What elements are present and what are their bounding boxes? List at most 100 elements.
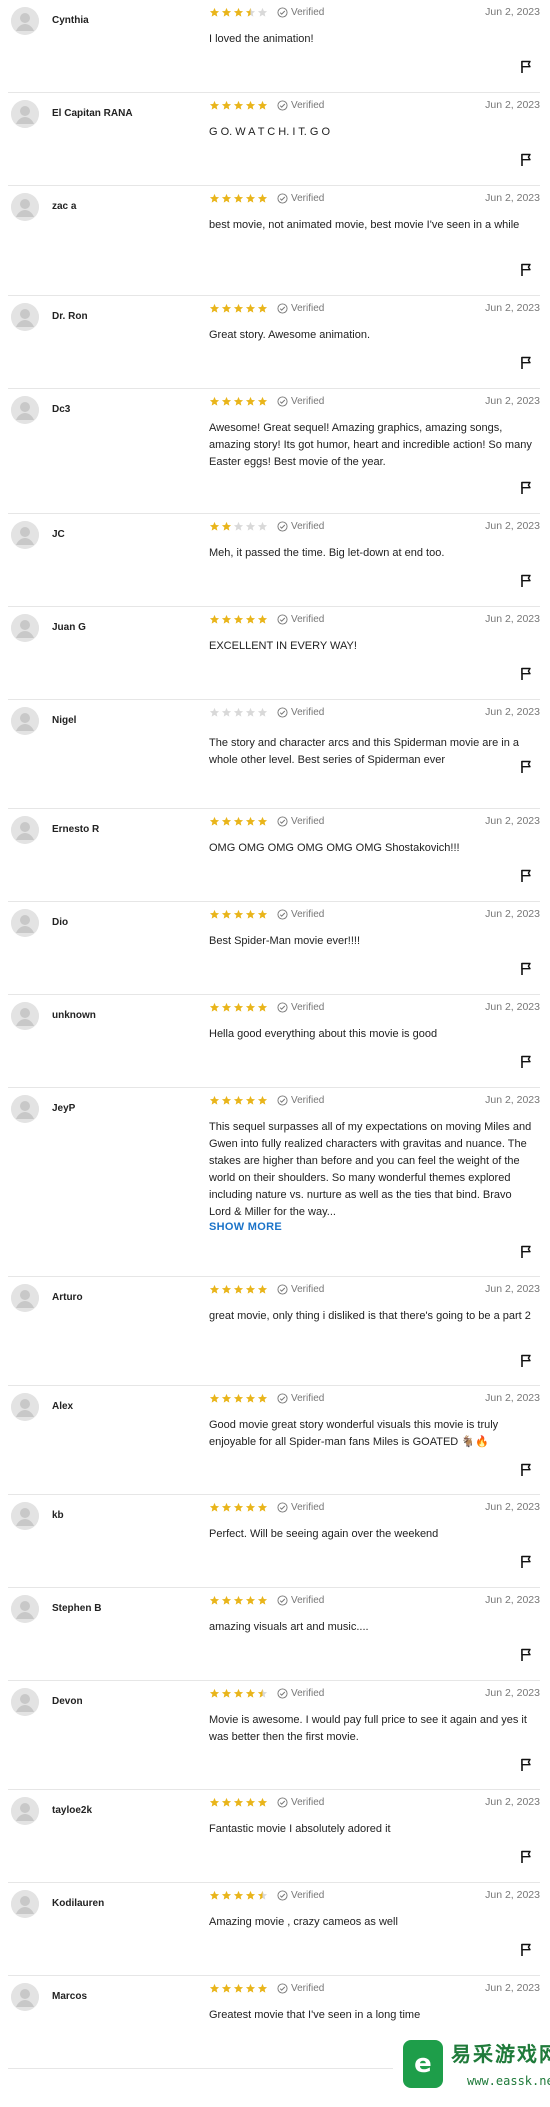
star-half-icon [257, 1688, 268, 1698]
user-avatar-icon[interactable] [11, 303, 39, 331]
verified-badge: Verified [277, 1095, 324, 1106]
username[interactable]: kb [52, 1510, 64, 1521]
username[interactable]: Juan G [52, 622, 86, 633]
flag-icon[interactable] [520, 760, 532, 774]
flag-icon[interactable] [520, 1648, 532, 1662]
username[interactable]: JC [52, 529, 65, 540]
flag-icon[interactable] [520, 1055, 532, 1069]
flag-icon[interactable] [520, 869, 532, 883]
user-avatar-icon[interactable] [11, 1095, 39, 1123]
username[interactable]: Arturo [52, 1292, 83, 1303]
user-avatar-icon[interactable] [11, 1983, 39, 2011]
username[interactable]: Cynthia [52, 15, 89, 26]
star-empty-icon [209, 707, 220, 717]
username[interactable]: Dio [52, 917, 68, 928]
flag-icon[interactable] [520, 667, 532, 681]
user-avatar-icon[interactable] [11, 1688, 39, 1716]
verified-label: Verified [291, 303, 325, 314]
user-avatar-icon[interactable] [11, 1393, 39, 1421]
review-meta: Verified [209, 520, 324, 533]
review-date: Jun 2, 2023 [485, 1094, 540, 1106]
user-avatar-icon[interactable] [11, 1595, 39, 1623]
user-avatar-icon[interactable] [11, 1502, 39, 1530]
user-avatar-icon[interactable] [11, 816, 39, 844]
flag-icon[interactable] [520, 1354, 532, 1368]
review-text: EXCELLENT IN EVERY WAY! [209, 640, 357, 652]
verified-badge: Verified [277, 1595, 324, 1606]
show-more-link[interactable]: SHOW MORE [209, 1221, 282, 1233]
user-avatar-icon[interactable] [11, 7, 39, 35]
verified-label: Verified [291, 7, 325, 18]
flag-icon[interactable] [520, 962, 532, 976]
verified-badge: Verified [277, 1688, 324, 1699]
review-item: zac a Verified Jun 2, 2023 best movie, not … [8, 186, 540, 296]
review-meta: Verified [209, 1594, 324, 1607]
star-filled-icon [209, 521, 220, 531]
star-filled-icon [221, 396, 232, 406]
username[interactable]: Kodilauren [52, 1898, 104, 1909]
username[interactable]: Marcos [52, 1991, 87, 2002]
flag-icon[interactable] [520, 1245, 532, 1259]
star-rating [209, 1688, 269, 1699]
verified-label: Verified [291, 909, 325, 920]
star-rating [209, 816, 269, 827]
review-text: Best Spider-Man movie ever!!!! [209, 935, 361, 947]
verified-label: Verified [291, 1890, 325, 1901]
user-avatar-icon[interactable] [11, 909, 39, 937]
flag-icon[interactable] [520, 356, 532, 370]
flag-icon[interactable] [520, 1463, 532, 1477]
flag-icon[interactable] [520, 60, 532, 74]
review-date: Jun 2, 2023 [485, 395, 540, 407]
review-meta: Verified [209, 613, 324, 626]
user-avatar-icon[interactable] [11, 396, 39, 424]
username[interactable]: Dr. Ron [52, 311, 88, 322]
username[interactable]: Devon [52, 1696, 83, 1707]
review-date: Jun 2, 2023 [485, 1982, 540, 1994]
username[interactable]: Stephen B [52, 1603, 101, 1614]
flag-icon[interactable] [520, 1555, 532, 1569]
star-filled-icon [221, 1983, 232, 1993]
star-rating [209, 1890, 269, 1901]
star-filled-icon [245, 100, 256, 110]
review-item: Dio Verified Jun 2, 2023 Best Spider-Man mo… [8, 902, 540, 995]
user-avatar-icon[interactable] [11, 1797, 39, 1825]
review-text: Hella good everything about this movie i… [209, 1028, 438, 1040]
username[interactable]: El Capitan RANA [52, 108, 133, 119]
review-meta: Verified [209, 1392, 324, 1405]
watermark-url: www.eassk.net [467, 2074, 550, 2088]
username[interactable]: Alex [52, 1401, 73, 1412]
star-empty-icon [257, 7, 268, 17]
star-filled-icon [221, 909, 232, 919]
flag-icon[interactable] [520, 263, 532, 277]
user-avatar-icon[interactable] [11, 193, 39, 221]
star-filled-icon [221, 303, 232, 313]
flag-icon[interactable] [520, 153, 532, 167]
username[interactable]: JeyP [52, 1103, 75, 1114]
username[interactable]: Nigel [52, 715, 76, 726]
username[interactable]: unknown [52, 1010, 96, 1021]
username[interactable]: Dc3 [52, 404, 70, 415]
username[interactable]: zac a [52, 201, 76, 212]
star-filled-icon [245, 909, 256, 919]
verified-badge: Verified [277, 193, 324, 204]
star-filled-icon [257, 1095, 268, 1105]
username[interactable]: Ernesto R [52, 824, 99, 835]
flag-icon[interactable] [520, 1850, 532, 1864]
username[interactable]: tayloe2k [52, 1805, 92, 1816]
review-item: tayloe2k Verified Jun 2, 2023 Fantastic mov… [8, 1790, 540, 1883]
star-filled-icon [209, 1502, 220, 1512]
flag-icon[interactable] [520, 481, 532, 495]
user-avatar-icon[interactable] [11, 1284, 39, 1312]
verified-badge: Verified [277, 614, 324, 625]
flag-icon[interactable] [520, 1758, 532, 1772]
user-avatar-icon[interactable] [11, 521, 39, 549]
flag-icon[interactable] [520, 1943, 532, 1957]
flag-icon[interactable] [520, 574, 532, 588]
user-avatar-icon[interactable] [11, 1002, 39, 1030]
star-half-icon [257, 1890, 268, 1900]
user-avatar-icon[interactable] [11, 1890, 39, 1918]
user-avatar-icon[interactable] [11, 707, 39, 735]
user-avatar-icon[interactable] [11, 614, 39, 642]
star-filled-icon [233, 816, 244, 826]
user-avatar-icon[interactable] [11, 100, 39, 128]
